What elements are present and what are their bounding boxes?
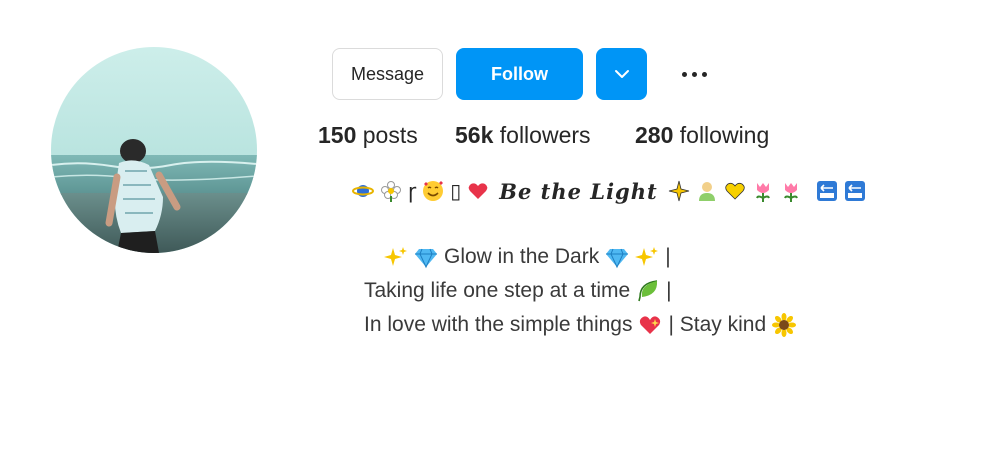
bio-line-3-text: In love with the simple things <box>364 313 633 336</box>
bio-line-2-text: Taking life one step at a time <box>364 279 631 302</box>
gem-icon <box>415 248 437 269</box>
bio-separator: | <box>666 279 672 302</box>
flower-icon <box>381 181 401 202</box>
following-count: 280 <box>635 122 674 148</box>
display-name: ɼ ▯ Be the Light <box>352 176 866 206</box>
posts-label: posts <box>362 122 418 148</box>
heart-icon <box>468 183 488 199</box>
followers-count: 56k <box>455 122 494 148</box>
suggested-dropdown-button[interactable] <box>596 48 647 100</box>
smiling-hearts-face-icon <box>423 181 444 201</box>
sparkles-icon <box>635 247 659 266</box>
chevron-down-icon <box>614 70 629 78</box>
follow-button[interactable]: Follow <box>456 48 583 100</box>
more-options-button[interactable] <box>670 48 718 100</box>
profile-header: Message Follow 150 posts 56k followers 2… <box>0 0 984 459</box>
leaf-icon <box>638 280 658 302</box>
message-button-label: Message <box>350 63 425 84</box>
tulip-icon <box>755 183 770 202</box>
avatar[interactable] <box>51 47 257 253</box>
planet-icon <box>352 185 374 197</box>
yellow-heart-icon <box>725 182 745 200</box>
bio-line-2: Taking life one step at a time | <box>364 274 796 308</box>
name-text: Be the Light <box>499 178 658 204</box>
posts-stat: 150 posts <box>318 122 418 149</box>
bio-line-1: Glow in the Dark | <box>364 240 796 274</box>
tulip-icon <box>783 183 798 202</box>
message-button[interactable]: Message <box>332 48 443 100</box>
bio: Glow in the Dark | Taking life one step … <box>364 240 797 342</box>
followers-label: followers <box>499 122 591 148</box>
back-arrow-icon <box>816 181 837 201</box>
bio-line-3-tail: | Stay kind <box>668 313 767 336</box>
sunflower-icon <box>772 313 797 337</box>
followers-stat[interactable]: 56k followers <box>455 122 591 149</box>
sparkle-icon <box>668 180 689 202</box>
following-label: following <box>679 122 770 148</box>
prefix-glyph: ɼ <box>408 179 417 203</box>
posts-count: 150 <box>318 122 357 148</box>
sparkles-icon <box>384 247 407 266</box>
more-options-icon <box>681 71 707 77</box>
follow-button-label: Follow <box>491 63 548 84</box>
profile-photo <box>51 47 257 253</box>
back-arrow-icon <box>844 181 865 201</box>
gem-icon <box>606 248 629 269</box>
sparkling-heart-icon <box>640 316 661 334</box>
bio-line-3: In love with the simple things | Stay ki… <box>364 308 797 342</box>
bio-line-1-text: Glow in the Dark <box>444 245 600 268</box>
person-icon <box>698 182 715 201</box>
bio-separator: | <box>665 245 671 268</box>
following-stat[interactable]: 280 following <box>635 122 769 149</box>
missing-glyph: ▯ <box>450 179 462 203</box>
